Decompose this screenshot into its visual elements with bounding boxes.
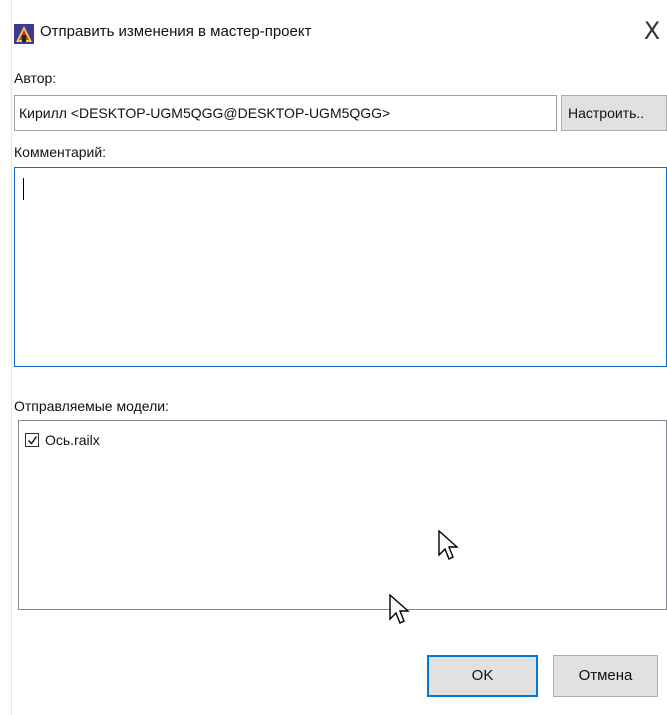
window-title: Отправить изменения в мастер-проект [40,23,312,40]
author-label: Автор: [14,70,57,86]
comment-input[interactable] [14,167,667,367]
checkmark-icon [28,436,38,445]
mouse-cursor-icon [389,593,411,626]
comment-label: Комментарий: [14,144,107,160]
dialog-window: Отправить изменения в мастер-проект X Ав… [0,0,667,715]
text-caret [23,178,24,200]
mouse-cursor-icon [438,529,460,562]
app-logo-icon [14,24,34,44]
model-name: Ось.railx [45,432,100,448]
ok-button[interactable]: OK [427,655,538,697]
models-list[interactable]: Ось.railx [18,420,667,610]
cancel-button[interactable]: Отмена [553,655,658,697]
list-item[interactable]: Ось.railx [25,430,100,450]
close-icon[interactable]: X [641,18,663,44]
setup-button[interactable]: Настроить.. [561,95,667,131]
author-field[interactable]: Кирилл <DESKTOP-UGM5QGG@DESKTOP-UGM5QGG> [14,95,557,131]
window-left-edge [0,0,12,715]
model-checkbox[interactable] [25,433,39,447]
models-label: Отправляемые модели: [14,398,169,414]
